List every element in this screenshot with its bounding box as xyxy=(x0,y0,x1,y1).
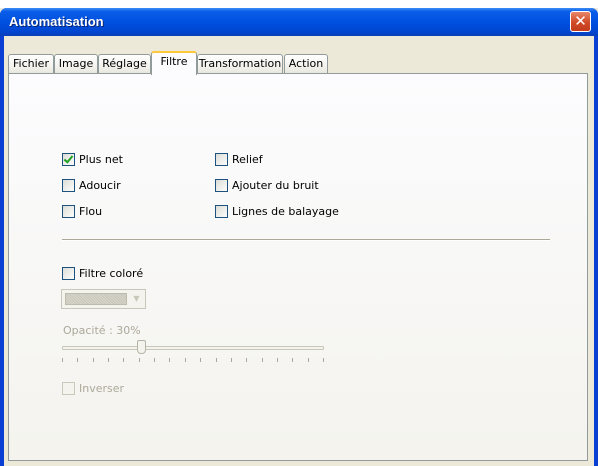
slider-tick xyxy=(292,358,293,362)
tab-filtre[interactable]: Filtre xyxy=(151,51,197,75)
slider-tick xyxy=(185,358,186,362)
dialog-client-area: Fichier Image Réglage Filtre Transformat… xyxy=(4,36,594,466)
slider-tick xyxy=(200,358,201,362)
checkbox-adoucir[interactable]: Adoucir xyxy=(62,178,121,192)
slider-tick xyxy=(262,358,263,362)
tab-label: Transformation xyxy=(198,57,282,70)
color-picker-combo[interactable]: ▼ xyxy=(61,289,146,309)
checkbox-box[interactable] xyxy=(215,178,228,192)
color-swatch xyxy=(65,293,127,305)
tab-label: Action xyxy=(288,57,324,70)
checkbox-box[interactable] xyxy=(62,178,75,192)
checkbox-label: Inverser xyxy=(79,381,125,395)
slider-tick xyxy=(108,358,109,362)
tab-image[interactable]: Image xyxy=(54,54,98,73)
tab-label: Fichier xyxy=(13,57,49,70)
opacity-slider-ticks xyxy=(62,358,324,362)
page-caption xyxy=(0,0,598,8)
close-button[interactable]: ✕ xyxy=(570,11,591,32)
chevron-down-icon[interactable]: ▼ xyxy=(129,291,144,307)
tab-label: Image xyxy=(58,57,94,70)
slider-tick xyxy=(169,358,170,362)
tab-transformation[interactable]: Transformation xyxy=(197,54,283,73)
checkbox-filtre-colore[interactable]: Filtre coloré xyxy=(62,266,143,280)
tab-reglage[interactable]: Réglage xyxy=(98,54,151,73)
checkbox-box[interactable] xyxy=(62,152,75,166)
checkbox-label: Flou xyxy=(79,204,103,218)
tab-label: Filtre xyxy=(160,55,188,68)
tab-action[interactable]: Action xyxy=(284,54,328,73)
checkbox-box[interactable] xyxy=(62,381,75,395)
dialog-window: Automatisation ✕ Fichier Image Réglage F… xyxy=(0,8,598,466)
checkbox-box[interactable] xyxy=(215,204,228,218)
checkbox-box[interactable] xyxy=(215,152,228,166)
checkbox-label: Ajouter du bruit xyxy=(232,178,319,192)
checkbox-label: Adoucir xyxy=(79,178,121,192)
checkbox-ajouter-du-bruit[interactable]: Ajouter du bruit xyxy=(215,178,319,192)
slider-tick xyxy=(77,358,78,362)
section-divider xyxy=(62,239,550,241)
slider-tick xyxy=(154,358,155,362)
slider-tick xyxy=(93,358,94,362)
window-title: Automatisation xyxy=(9,14,104,29)
slider-tick xyxy=(231,358,232,362)
checkbox-inverser[interactable]: Inverser xyxy=(62,381,124,395)
opacity-slider-track[interactable] xyxy=(62,346,324,350)
checkbox-label: Relief xyxy=(232,152,263,166)
checkbox-label: Lignes de balayage xyxy=(232,204,339,218)
slider-tick xyxy=(246,358,247,362)
opacity-label: Opacité : 30% xyxy=(63,324,141,337)
slider-tick xyxy=(123,358,124,362)
close-icon: ✕ xyxy=(574,12,587,30)
title-bar[interactable]: Automatisation ✕ xyxy=(0,8,598,36)
slider-tick xyxy=(323,358,324,362)
slider-tick xyxy=(216,358,217,362)
checkbox-relief[interactable]: Relief xyxy=(215,152,263,166)
slider-tick xyxy=(139,358,140,362)
tab-label: Réglage xyxy=(102,57,147,70)
checkbox-box[interactable] xyxy=(62,266,75,280)
checkbox-lignes-de-balayage[interactable]: Lignes de balayage xyxy=(215,204,339,218)
opacity-slider-thumb[interactable] xyxy=(137,340,146,354)
filtre-panel: Plus net Adoucir Flou Relief Ajouter du … xyxy=(8,73,588,461)
checkbox-label: Filtre coloré xyxy=(79,266,144,280)
checkbox-box[interactable] xyxy=(62,204,75,218)
slider-tick xyxy=(308,358,309,362)
checkbox-plus-net[interactable]: Plus net xyxy=(62,152,123,166)
slider-tick xyxy=(62,358,63,362)
checkbox-flou[interactable]: Flou xyxy=(62,204,102,218)
slider-tick xyxy=(277,358,278,362)
checkbox-label: Plus net xyxy=(79,152,123,166)
tab-fichier[interactable]: Fichier xyxy=(8,54,54,73)
